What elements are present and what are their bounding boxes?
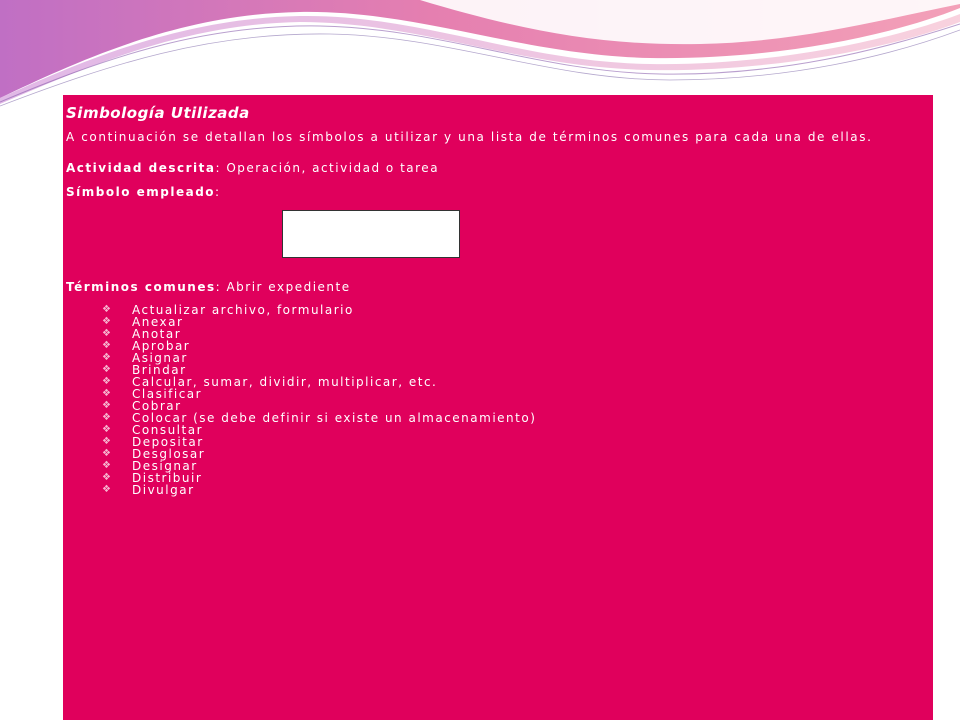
list-item: ❖ Asignar bbox=[102, 352, 930, 364]
list-item: ❖ Actualizar archivo, formulario bbox=[102, 304, 930, 316]
diamond-bullet-icon: ❖ bbox=[102, 460, 111, 471]
activity-description-line: Actividad descrita: Operación, actividad… bbox=[66, 159, 930, 177]
diamond-bullet-icon: ❖ bbox=[102, 388, 111, 399]
diamond-bullet-icon: ❖ bbox=[102, 304, 111, 315]
list-item: ❖ Clasificar bbox=[102, 388, 930, 400]
list-item: ❖ Divulgar bbox=[102, 484, 930, 496]
list-item: ❖ Distribuir bbox=[102, 472, 930, 484]
terms-line: Términos comunes: Abrir expediente bbox=[66, 278, 930, 296]
symbol-suffix: : bbox=[215, 185, 221, 199]
decorative-header-wave bbox=[0, 0, 960, 107]
list-item: ❖ Desglosar bbox=[102, 448, 930, 460]
terms-first-value: : Abrir expediente bbox=[215, 280, 351, 294]
terms-label: Términos comunes bbox=[66, 280, 216, 294]
list-item: ❖ Calcular, sumar, dividir, multiplicar, … bbox=[102, 376, 930, 388]
activity-value: : Operación, actividad o tarea bbox=[215, 161, 440, 175]
diamond-bullet-icon: ❖ bbox=[102, 472, 111, 483]
list-item: ❖ Designar bbox=[102, 460, 930, 472]
process-symbol-rectangle bbox=[282, 210, 460, 258]
diamond-bullet-icon: ❖ bbox=[102, 412, 111, 423]
diamond-bullet-icon: ❖ bbox=[102, 352, 111, 363]
diamond-bullet-icon: ❖ bbox=[102, 328, 111, 339]
diamond-bullet-icon: ❖ bbox=[102, 316, 111, 327]
terms-list: ❖ Actualizar archivo, formulario ❖ Anexar … bbox=[66, 304, 930, 496]
symbol-line: Símbolo empleado: bbox=[66, 183, 930, 201]
list-item: ❖ Anexar bbox=[102, 316, 930, 328]
diamond-bullet-icon: ❖ bbox=[102, 484, 111, 495]
diamond-bullet-icon: ❖ bbox=[102, 376, 111, 387]
diamond-bullet-icon: ❖ bbox=[102, 424, 111, 435]
list-item: ❖ Colocar (se debe definir si existe un a… bbox=[102, 412, 930, 424]
document-title: Simbología Utilizada bbox=[66, 104, 250, 122]
list-item-label: Divulgar bbox=[132, 483, 195, 497]
diamond-bullet-icon: ❖ bbox=[102, 400, 111, 411]
symbol-label: Símbolo empleado bbox=[66, 185, 216, 199]
diamond-bullet-icon: ❖ bbox=[102, 364, 111, 375]
content-panel: Simbología Utilizada A continuación se d… bbox=[63, 95, 933, 720]
list-item: ❖ Aprobar bbox=[102, 340, 930, 352]
list-item: ❖ Anotar bbox=[102, 328, 930, 340]
intro-paragraph: A continuación se detallan los símbolos … bbox=[66, 130, 873, 144]
diamond-bullet-icon: ❖ bbox=[102, 436, 111, 447]
diamond-bullet-icon: ❖ bbox=[102, 448, 111, 459]
list-item: ❖ Depositar bbox=[102, 436, 930, 448]
diamond-bullet-icon: ❖ bbox=[102, 340, 111, 351]
list-item: ❖ Consultar bbox=[102, 424, 930, 436]
activity-label: Actividad descrita bbox=[66, 161, 216, 175]
